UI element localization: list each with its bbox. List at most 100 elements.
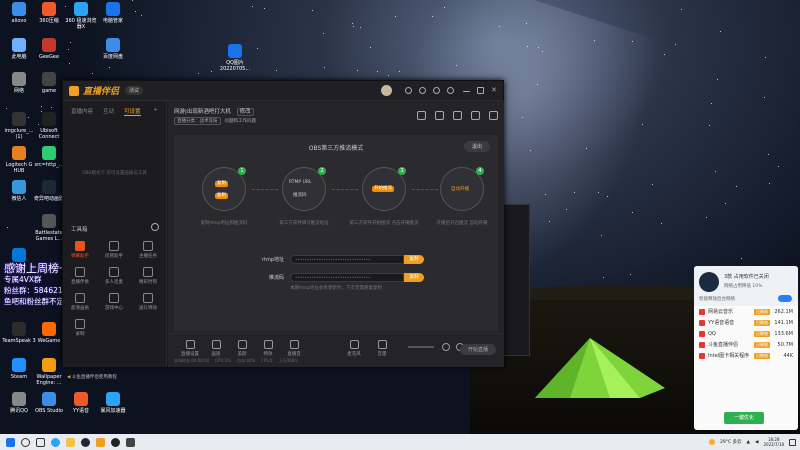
- bottom-tool[interactable]: 直播设置: [176, 340, 204, 357]
- message-icon[interactable]: [419, 87, 426, 94]
- bottom-tool[interactable]: 画质: [202, 340, 230, 357]
- auto-release-toggle[interactable]: [778, 295, 792, 302]
- desktop-icon[interactable]: game: [32, 72, 66, 94]
- app2-icon[interactable]: [126, 437, 135, 447]
- tab-interact[interactable]: 互动: [103, 107, 114, 116]
- desktop-icon[interactable]: WeGame: [32, 322, 66, 344]
- douyu-live-companion-window[interactable]: 直播伴侣 测试 ✕ 直播内容 互动 可设置 + OBS模式下 仅可设置画质与工具…: [62, 80, 504, 380]
- network-icon[interactable]: ▲: [747, 440, 750, 445]
- desktop-app-icon: [106, 392, 120, 406]
- desktop-icon[interactable]: 电脑管家: [96, 2, 130, 24]
- tool-item[interactable]: 游戏中心: [101, 293, 127, 311]
- rtmp-field[interactable]: ••••••••••••••••••••••••••••••••: [290, 255, 404, 264]
- copy-key-button[interactable]: 复制: [404, 273, 424, 282]
- exit-mode-button[interactable]: 退出: [463, 141, 490, 152]
- settings-icon[interactable]: [433, 87, 440, 94]
- step-connector-3: [412, 189, 438, 190]
- tab-live-content[interactable]: 直播内容: [71, 107, 93, 116]
- gift-icon[interactable]: [417, 111, 426, 120]
- bottom-tool[interactable]: 音量: [368, 340, 396, 357]
- volume-icon[interactable]: ◀: [755, 440, 758, 445]
- desktop-icon[interactable]: Battlestate Games L...: [32, 214, 66, 242]
- start-live-button[interactable]: 开始直播: [459, 344, 496, 355]
- search-icon[interactable]: [21, 437, 30, 447]
- steam-icon[interactable]: [81, 437, 90, 447]
- tool-item[interactable]: 送礼特效: [135, 293, 161, 311]
- desktop-icon[interactable]: TeamSpeak 3: [2, 322, 36, 344]
- folder-icon[interactable]: [66, 437, 75, 447]
- desktop-icon[interactable]: aliovo: [2, 2, 36, 24]
- star: [264, 8, 266, 10]
- tool-item[interactable]: 房管助手: [101, 241, 127, 259]
- mic-slider[interactable]: [408, 346, 434, 348]
- desktop-icon[interactable]: 360 极速浏览器X: [64, 2, 98, 30]
- skin-icon[interactable]: [405, 87, 412, 94]
- bottom-tool[interactable]: 特效: [254, 340, 282, 357]
- desktop-icon[interactable]: imgclure_...(1): [2, 112, 36, 140]
- copy-rtmp-button[interactable]: 复制: [404, 255, 424, 264]
- desktop-icon[interactable]: 奇异吧动画器: [32, 180, 66, 202]
- desktop-icon[interactable]: 此电脑: [2, 38, 36, 60]
- tool-item[interactable]: 精彩时刻: [135, 267, 161, 285]
- desktop-icon[interactable]: 暴风加速器: [96, 392, 130, 414]
- bottom-tool-label: 麦克风: [347, 352, 361, 357]
- desktop-icon-label: YY语音: [72, 408, 90, 414]
- category-tag[interactable]: 直播分类：战术竞技: [174, 117, 221, 125]
- minimize-icon[interactable]: [463, 91, 470, 98]
- clock[interactable]: 18:28 2022/7/18: [763, 437, 784, 447]
- desktop-icon[interactable]: 百度网盘: [96, 38, 130, 60]
- desktop-icon[interactable]: 微信人: [2, 180, 36, 202]
- lock-icon[interactable]: [435, 111, 444, 120]
- desktop-icon[interactable]: Steam: [2, 358, 36, 380]
- title-bar[interactable]: 直播伴侣 测试 ✕: [63, 81, 503, 101]
- desktop-icon[interactable]: src=http_...: [32, 146, 66, 168]
- tool-icon: [143, 293, 153, 303]
- star: [600, 234, 602, 236]
- desktop-icon[interactable]: OBS Studio: [32, 392, 66, 414]
- bottom-tool[interactable]: 美颜: [228, 340, 256, 357]
- bell-icon[interactable]: [471, 111, 480, 120]
- announcement[interactable]: ◀ 斗鱼直播伴侣使用教程: [67, 374, 167, 380]
- desktop-app-icon: [12, 38, 26, 52]
- desktop-icon[interactable]: Ubisoft Connect: [32, 112, 66, 140]
- version-badge[interactable]: 测试: [125, 86, 144, 95]
- share-icon[interactable]: [489, 111, 498, 120]
- close-icon[interactable]: ✕: [491, 87, 498, 94]
- add-icon[interactable]: +: [153, 107, 158, 116]
- taskview-icon[interactable]: [36, 437, 45, 447]
- toolbox-more-icon[interactable]: [151, 223, 159, 231]
- desktop-icon[interactable]: Logitech G HUB: [2, 146, 36, 174]
- tool-item[interactable]: 录制: [67, 319, 93, 337]
- tool-item[interactable]: 直播伴奏: [67, 267, 93, 285]
- desktop-icon[interactable]: Wallpaper Engine: ...: [32, 358, 66, 386]
- layout-icon[interactable]: [442, 343, 450, 351]
- desktop-icon[interactable]: 网络: [2, 72, 36, 94]
- avatar[interactable]: [381, 85, 392, 96]
- app-icon[interactable]: [96, 437, 105, 447]
- network-optimizer-widget[interactable]: 3款 占用软件已关闭 网络占用降低 10% 智能释放后台网络 网易云音乐 已释放 2…: [694, 266, 798, 430]
- start-icon[interactable]: [6, 437, 15, 447]
- desktop-icon[interactable]: YY语音: [64, 392, 98, 414]
- browser-icon[interactable]: [51, 437, 60, 447]
- tool-item[interactable]: 多人连麦: [101, 267, 127, 285]
- desktop-icon[interactable]: GeeGee: [32, 38, 66, 60]
- monitor-icon[interactable]: [453, 111, 462, 120]
- tool-item[interactable]: 弹幕助手: [67, 241, 93, 259]
- key-field[interactable]: ••••••••••••••••••••••••••••••••: [290, 273, 404, 282]
- desktop-icon[interactable]: 360压缩: [32, 2, 66, 24]
- notification-icon[interactable]: [789, 438, 796, 446]
- menu-icon[interactable]: [447, 87, 454, 94]
- obs-icon[interactable]: [111, 437, 120, 447]
- edit-title-button[interactable]: 修改: [236, 108, 254, 116]
- tab-settings[interactable]: 可设置: [124, 107, 141, 116]
- weather[interactable]: 29°C 多云: [720, 439, 742, 445]
- bottom-tool[interactable]: 直播音: [280, 340, 308, 357]
- optimize-button[interactable]: 一键优化: [724, 412, 764, 424]
- bottom-tool[interactable]: 麦克风: [340, 340, 368, 357]
- desktop-icon[interactable]: QQ图片20220705...: [218, 44, 252, 72]
- desktop-icon[interactable]: 腾讯QQ: [2, 392, 36, 414]
- maximize-icon[interactable]: [477, 87, 484, 94]
- desktop-app-icon: [74, 2, 88, 16]
- tool-item[interactable]: 主播任务: [135, 241, 161, 259]
- tool-item[interactable]: 超清画质: [67, 293, 93, 311]
